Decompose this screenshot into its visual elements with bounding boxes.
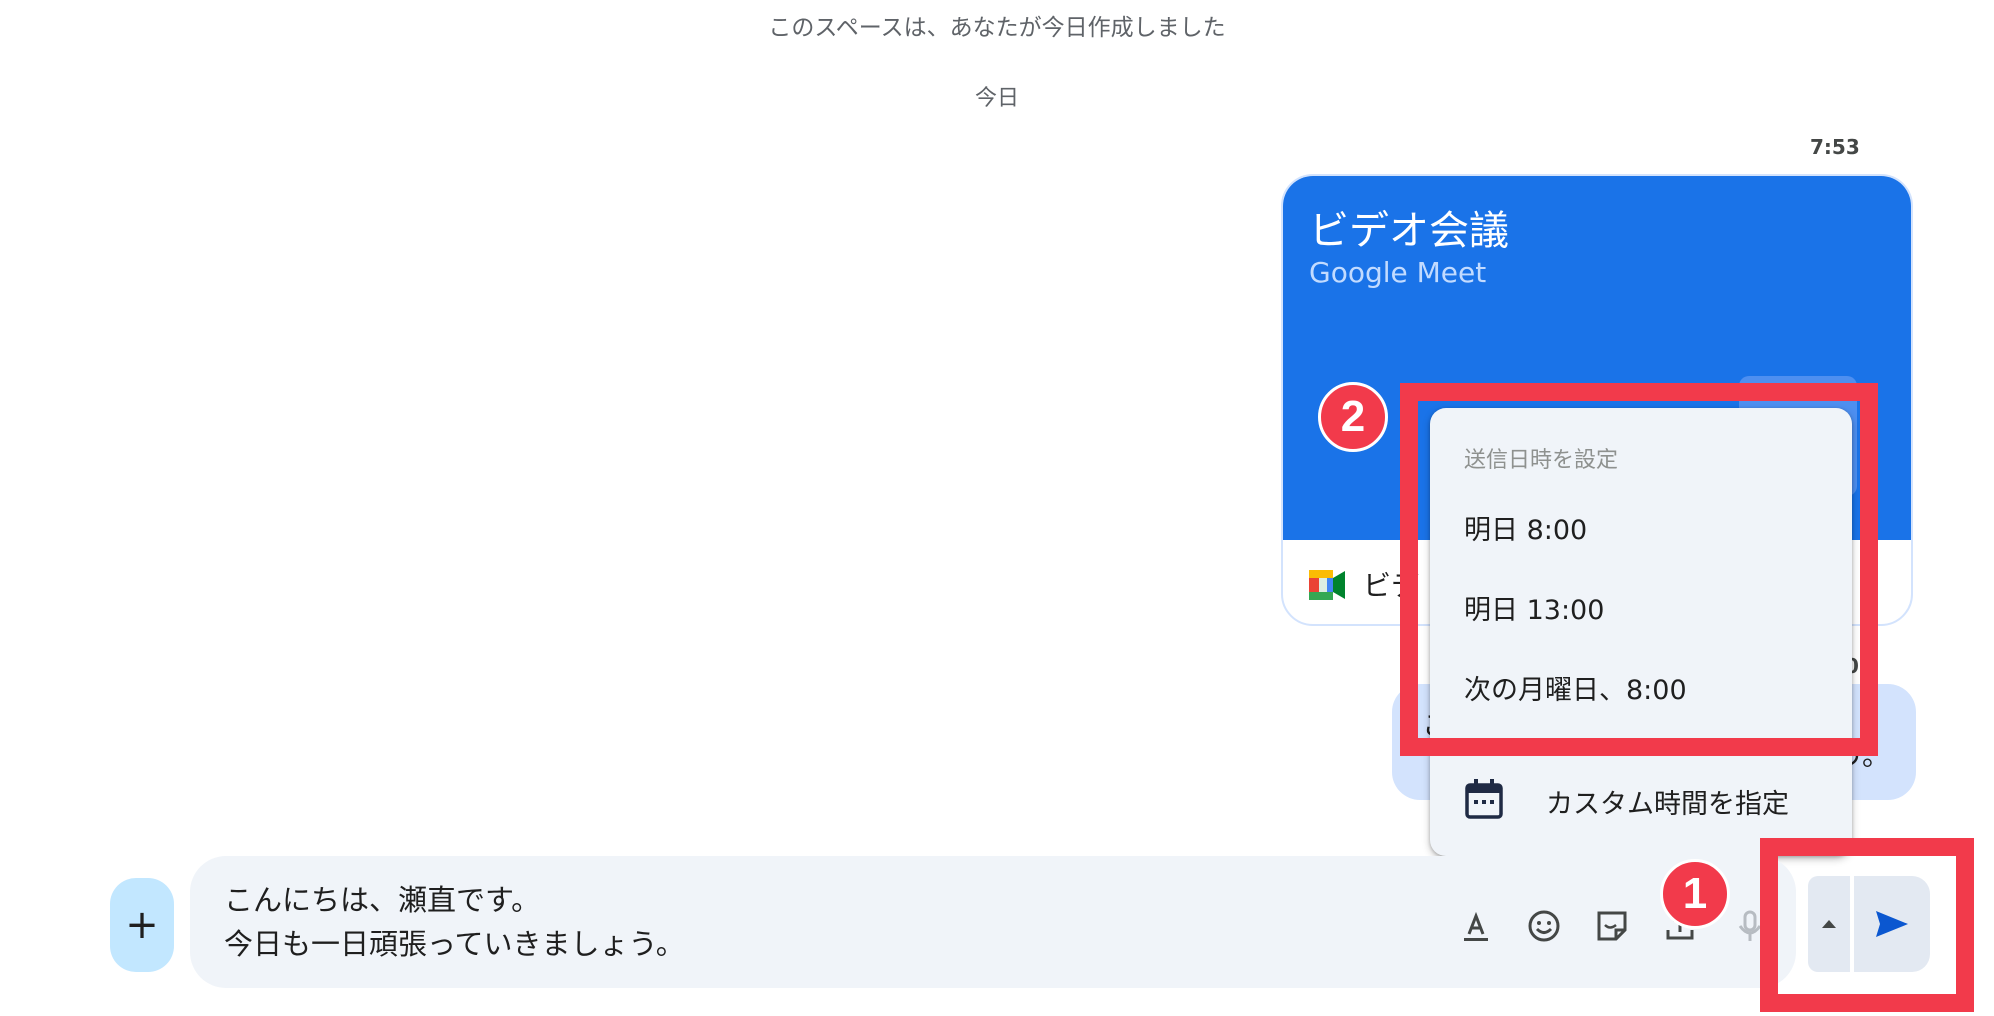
message-input[interactable]: こんにちは、瀬直です。 今日も一日頑張っていきましょう。 (224, 878, 685, 966)
format-text-icon[interactable] (1456, 906, 1496, 946)
annotation-box-schedule-menu (1400, 383, 1878, 756)
annotation-box-send-controls (1760, 838, 1974, 1012)
space-created-note: このスペースは、あなたが今日作成しました (768, 15, 1226, 41)
sticker-icon[interactable] (1592, 906, 1632, 946)
meet-card-title: ビデオ会議 (1309, 208, 1509, 254)
meet-card-subtitle: Google Meet (1309, 256, 1487, 289)
day-separator: 今日 (974, 86, 1019, 111)
schedule-custom-label: カスタム時間を指定 (1546, 789, 1789, 820)
message-composer[interactable]: こんにちは、瀬直です。 今日も一日頑張っていきましょう。 (190, 856, 1796, 988)
annotation-step-2-badge: 2 (1318, 382, 1388, 452)
emoji-icon[interactable] (1524, 906, 1564, 946)
schedule-option-custom[interactable]: カスタム時間を指定 (1430, 758, 1852, 840)
annotation-step-1-badge: 1 (1660, 859, 1730, 929)
google-meet-icon (1309, 570, 1345, 600)
calendar-icon (1465, 779, 1503, 819)
add-attachment-button[interactable]: + (110, 878, 174, 972)
message-timestamp: 7:53 (1810, 135, 1860, 159)
